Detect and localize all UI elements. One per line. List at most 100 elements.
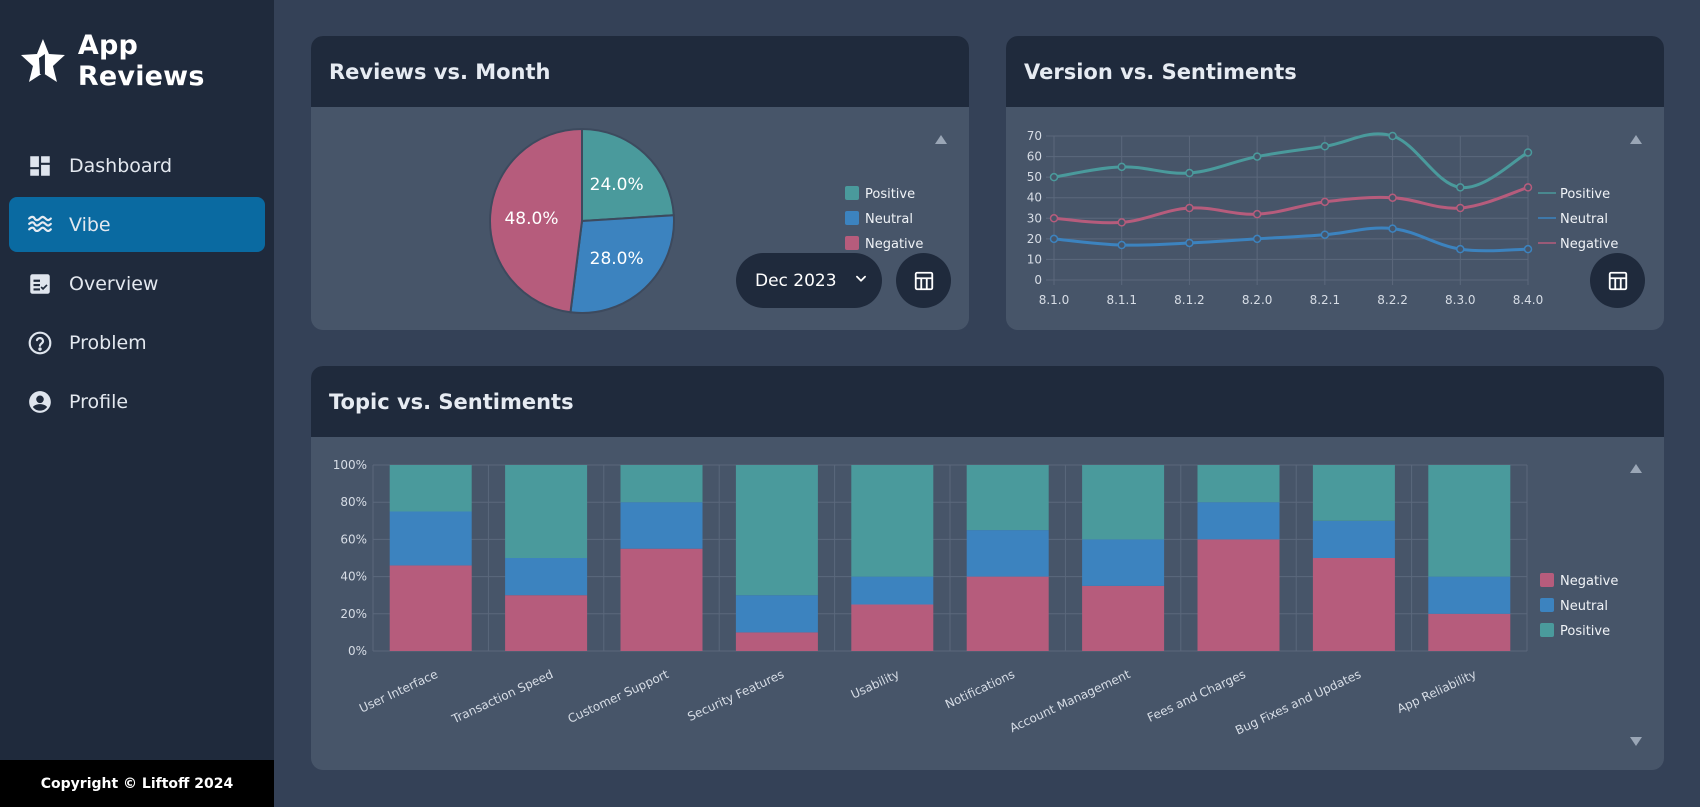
series-line-positive: [1053, 132, 1529, 189]
y-tick-label: 20: [1027, 232, 1042, 246]
scroll-up-icon[interactable]: [1630, 135, 1642, 144]
brand[interactable]: App Reviews: [18, 30, 274, 92]
month-select[interactable]: Dec 2023: [736, 253, 882, 308]
legend-label: Positive: [1560, 187, 1610, 202]
x-tick-label: 8.1.2: [1174, 293, 1205, 307]
x-tick-label: User Interface: [357, 667, 440, 716]
x-tick-label: Customer Support: [566, 667, 671, 726]
data-point: [1456, 244, 1465, 254]
legend-swatch: [1540, 598, 1554, 612]
legend-label: Negative: [865, 237, 923, 252]
data-point: [1049, 234, 1059, 244]
legend-label: Negative: [1560, 237, 1618, 252]
legend-label: Neutral: [1560, 599, 1608, 614]
bar-segment-neutral: [966, 530, 1049, 577]
sidebar-item-label: Profile: [69, 390, 129, 413]
data-point: [1185, 168, 1194, 178]
y-tick-label: 60: [1027, 150, 1042, 164]
sidebar-item-dashboard[interactable]: Dashboard: [9, 138, 265, 193]
dashboard-icon: [27, 153, 53, 179]
x-tick-label: Security Features: [685, 667, 786, 724]
line-chart: 0 10 20 30 40 50 60 70 8.1.0 8.1.1 8.1.2 8.2.0 8.2.1…: [1027, 129, 1619, 307]
bar-segment-negative: [851, 604, 934, 651]
table-view-button[interactable]: [896, 253, 951, 308]
y-tick-label: 20%: [340, 607, 367, 621]
x-tick-label: App Reliability: [1395, 667, 1479, 716]
data-point: [1456, 183, 1465, 192]
bar-segment-negative: [735, 632, 818, 651]
chevron-down-icon: [856, 275, 866, 282]
pie-value-label: 48.0%: [504, 209, 558, 229]
y-tick-label: 30: [1027, 211, 1042, 225]
data-point: [1252, 152, 1262, 161]
bar-segment-positive: [1428, 465, 1511, 577]
card-title: Version vs. Sentiments: [1024, 59, 1297, 84]
bar-segment-positive: [1312, 465, 1395, 521]
scroll-up-icon[interactable]: [1630, 464, 1642, 473]
sidebar-item-vibe[interactable]: Vibe: [9, 197, 265, 252]
y-tick-label: 10: [1027, 252, 1042, 266]
bar-segment-positive: [389, 465, 472, 512]
y-tick-label: 0: [1034, 273, 1042, 287]
x-tick-label: Bug Fixes and Updates: [1233, 667, 1363, 738]
bar-segment-neutral: [1082, 539, 1165, 586]
card-body: 0% 20% 40% 60% 80% 100% User Interface Transact…: [311, 437, 1664, 770]
sidebar-item-overview[interactable]: Overview: [9, 256, 265, 311]
data-point: [1320, 142, 1330, 151]
sidebar-item-problem[interactable]: Problem: [9, 315, 265, 370]
y-tick-label: 40%: [340, 570, 367, 584]
data-point: [1320, 197, 1330, 207]
data-point: [1523, 244, 1533, 254]
scroll-up-icon[interactable]: [935, 135, 947, 144]
copyright-footer: Copyright © Liftoff 2024: [0, 760, 274, 807]
table-view-button[interactable]: [1590, 253, 1645, 308]
bar-segment-neutral: [735, 595, 818, 633]
bar-segment-neutral: [1197, 502, 1280, 540]
x-tick-label: 8.4.0: [1513, 293, 1544, 307]
waves-icon: [27, 212, 53, 238]
data-point: [1049, 214, 1059, 223]
x-tick-label: 8.2.1: [1310, 293, 1341, 307]
sidebar-item-profile[interactable]: Profile: [9, 374, 265, 429]
sidebar-item-label: Dashboard: [69, 154, 173, 177]
data-point: [1388, 224, 1397, 233]
x-tick-label: 8.3.0: [1445, 293, 1476, 307]
scroll-down-icon[interactable]: [1630, 737, 1642, 746]
card-header: Reviews vs. Month: [311, 36, 969, 107]
app-title: App Reviews: [77, 30, 205, 92]
bar-segment-negative: [389, 565, 472, 651]
card-header: Version vs. Sentiments: [1006, 36, 1664, 107]
bar-segment-positive: [851, 465, 934, 577]
x-tick-label: Usability: [849, 667, 902, 702]
data-point: [1185, 203, 1194, 213]
y-tick-label: 70: [1027, 129, 1042, 143]
sidebar-item-label: Overview: [69, 272, 159, 295]
data-point: [1117, 240, 1126, 250]
y-tick-label: 40: [1027, 191, 1042, 205]
card-title: Reviews vs. Month: [329, 59, 551, 84]
bar-segment-neutral: [1312, 520, 1395, 558]
bar-segment-negative: [1197, 539, 1280, 651]
bar-segment-negative: [1312, 558, 1395, 651]
bar-segment-negative: [1428, 613, 1511, 651]
data-point: [1117, 162, 1126, 172]
bar-segment-negative: [620, 548, 703, 651]
data-point: [1117, 218, 1126, 227]
bar-segment-positive: [620, 465, 703, 503]
y-tick-label: 60%: [340, 532, 367, 546]
sidebar: App Reviews Dashboard Vibe Overview Prob…: [0, 0, 274, 807]
x-tick-label: 8.1.0: [1039, 293, 1070, 307]
legend-label: Neutral: [1560, 212, 1608, 227]
sidebar-item-label: Vibe: [69, 213, 111, 236]
legend-label: Negative: [1560, 574, 1618, 589]
card-body: 0 10 20 30 40 50 60 70 8.1.0 8.1.1 8.1.2 8.2.0 8.2.1…: [1006, 107, 1664, 330]
bar-segment-positive: [505, 465, 588, 558]
legend-label: Positive: [865, 187, 915, 202]
data-point: [1523, 183, 1533, 192]
pie-value-label: 24.0%: [590, 175, 644, 195]
data-point: [1388, 193, 1397, 202]
data-point: [1456, 203, 1465, 213]
pie-value-label: 28.0%: [590, 249, 644, 269]
bar-segment-neutral: [505, 558, 588, 596]
card-title: Topic vs. Sentiments: [329, 389, 574, 414]
